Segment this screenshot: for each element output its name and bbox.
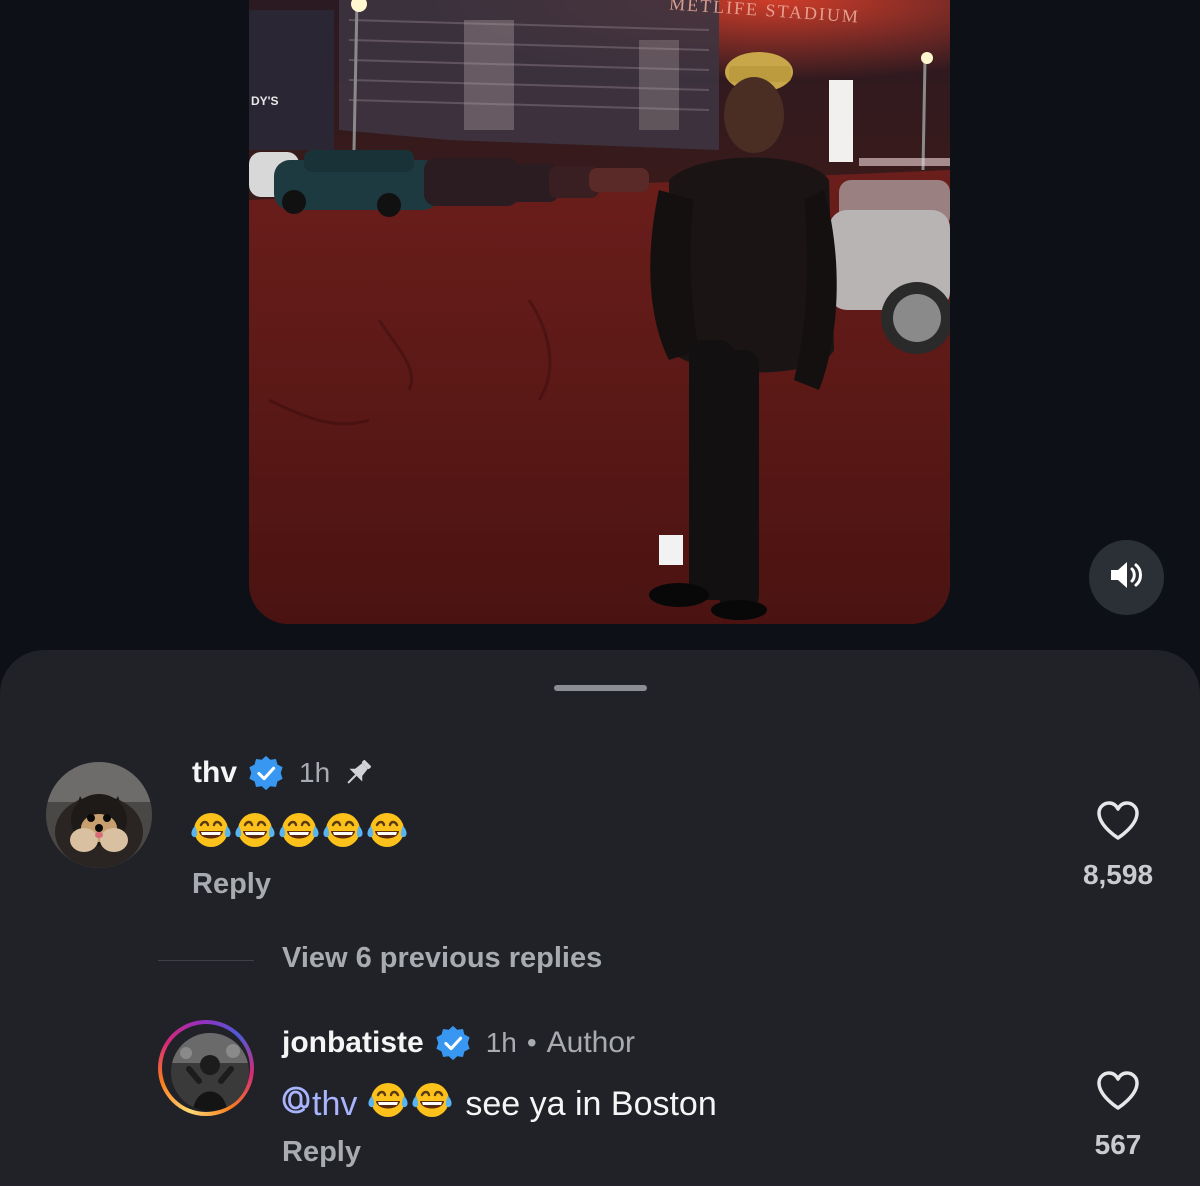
like-count: 8,598 <box>1082 859 1154 890</box>
avatar-thv[interactable] <box>46 762 152 868</box>
reply-time: 1h <box>485 1027 517 1058</box>
pin-icon <box>340 755 376 791</box>
laugh-tears-emoji <box>322 810 364 850</box>
separator-dot: • <box>526 1027 537 1058</box>
laugh-tears-emoji <box>234 810 276 850</box>
sound-toggle-button[interactable] <box>1089 540 1164 615</box>
author-tag: Author <box>546 1026 636 1059</box>
reel-video[interactable]: METLIFE STADIUM DY'S <box>249 0 950 624</box>
threads-at-icon <box>282 1085 310 1124</box>
reply-username[interactable]: jonbatiste <box>282 1026 424 1060</box>
comment-time: 1h <box>299 757 331 788</box>
verified-badge-icon <box>434 1024 472 1062</box>
reply-text: see ya in Boston <box>465 1085 717 1123</box>
laugh-tears-emoji <box>190 810 232 850</box>
comment-body <box>190 810 410 859</box>
laugh-emoji-group <box>367 1080 455 1129</box>
heart-icon[interactable] <box>1095 1070 1141 1117</box>
video-frame <box>249 0 950 624</box>
laugh-tears-emoji <box>366 810 408 850</box>
verified-badge-icon <box>247 754 285 792</box>
laugh-tears-emoji <box>278 810 320 850</box>
volume-icon <box>1109 560 1145 595</box>
replies-divider-line <box>158 960 254 961</box>
reply-body: thv see ya in Boston <box>282 1080 717 1129</box>
reply-button[interactable]: Reply <box>282 1136 361 1169</box>
comments-sheet: thv 1h Reply 8,598 View 6 previous repli… <box>0 650 1200 1186</box>
reply-header: jonbatiste 1h • Author <box>282 1024 635 1062</box>
mention-link[interactable]: thv <box>282 1085 357 1124</box>
sheet-drag-handle[interactable] <box>554 685 647 691</box>
avatar-jonbatiste-story-ring[interactable] <box>158 1020 254 1116</box>
laugh-emoji-group <box>190 810 410 859</box>
reply-like: 567 <box>1076 1070 1160 1161</box>
app-screen: METLIFE STADIUM DY'S thv 1h Reply 8,598 … <box>0 0 1200 1186</box>
comment-header: thv 1h <box>192 754 376 792</box>
like-count: 567 <box>1094 1129 1142 1160</box>
heart-icon[interactable] <box>1095 800 1141 847</box>
laugh-tears-emoji <box>411 1080 453 1120</box>
store-sign-text: DY'S <box>251 94 279 108</box>
comment-username[interactable]: thv <box>192 756 237 790</box>
reply-button[interactable]: Reply <box>192 868 271 901</box>
comment-like: 8,598 <box>1076 800 1160 891</box>
avatar-jonbatiste <box>171 1033 249 1111</box>
mention-username: thv <box>312 1085 358 1123</box>
laugh-tears-emoji <box>367 1080 409 1120</box>
view-previous-replies-button[interactable]: View 6 previous replies <box>282 942 602 975</box>
